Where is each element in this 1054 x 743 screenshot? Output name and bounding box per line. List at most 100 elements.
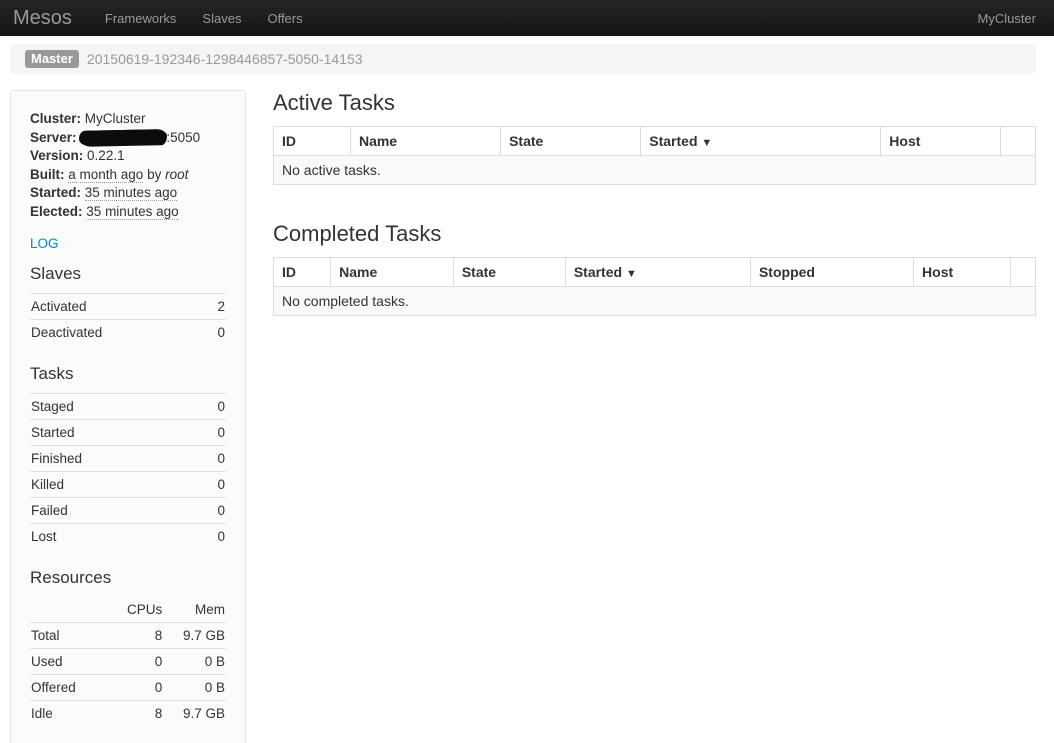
active-col-host[interactable]: Host	[881, 127, 1001, 156]
main-content: Active Tasks ID Name State Started ▼ Hos…	[273, 90, 1036, 316]
tasks-finished-value: 0	[196, 446, 226, 472]
completed-col-id[interactable]: ID	[274, 258, 331, 287]
resources-idle-cpus: 8	[112, 701, 163, 727]
resources-used-mem: 0 B	[163, 649, 226, 675]
completed-col-host[interactable]: Host	[914, 258, 1011, 287]
completed-col-started[interactable]: Started ▼	[565, 258, 750, 287]
completed-tasks-empty-message: No completed tasks.	[274, 287, 1036, 316]
sidebar-panel: Cluster: MyCluster Server: :5050 Version…	[10, 90, 246, 743]
tasks-failed-value: 0	[196, 498, 226, 524]
table-row: Deactivated 0	[30, 320, 226, 346]
active-tasks-empty-message: No active tasks.	[274, 156, 1036, 185]
nav-item-offers[interactable]: Offers	[254, 0, 315, 36]
tasks-finished-label: Finished	[30, 446, 196, 472]
resources-col-mem: Mem	[163, 597, 226, 623]
resources-col-cpus: CPUs	[112, 597, 163, 623]
elected-label: Elected:	[30, 204, 83, 219]
log-link[interactable]: LOG	[30, 236, 59, 251]
active-col-id[interactable]: ID	[274, 127, 351, 156]
tasks-failed-label: Failed	[30, 498, 196, 524]
server-address-redaction	[80, 129, 166, 146]
completed-tasks-table: ID Name State Started ▼ Stopped Host No …	[273, 257, 1036, 316]
built-by: by	[147, 167, 161, 182]
navbar-cluster-name: MyCluster	[977, 11, 1036, 26]
tasks-killed-value: 0	[196, 472, 226, 498]
resources-used-label: Used	[30, 649, 112, 675]
tasks-started-value: 0	[196, 420, 226, 446]
active-tasks-heading: Active Tasks	[273, 90, 1036, 116]
tasks-heading: Tasks	[30, 364, 226, 384]
elected-relative-time: 35 minutes ago	[86, 204, 178, 220]
table-row: No active tasks.	[274, 156, 1036, 185]
nav-item-slaves[interactable]: Slaves	[189, 0, 254, 36]
server-port: :5050	[166, 130, 200, 145]
built-line: Built: a month ago by root	[30, 166, 226, 185]
started-relative-time: 35 minutes ago	[85, 185, 177, 201]
table-header-row: ID Name State Started ▼ Stopped Host	[274, 258, 1036, 287]
sort-desc-icon: ▼	[626, 268, 637, 280]
resources-total-cpus: 8	[112, 623, 163, 649]
elected-line: Elected: 35 minutes ago	[30, 203, 226, 222]
server-line: Server: :5050	[30, 129, 226, 148]
navbar-menu: Frameworks Slaves Offers	[92, 0, 316, 36]
table-row: No completed tasks.	[274, 287, 1036, 316]
breadcrumb: Master 20150619-192346-1298446857-5050-1…	[10, 44, 1036, 74]
table-row: CPUs Mem	[30, 597, 226, 623]
table-row: Started 0	[30, 420, 226, 446]
completed-col-stopped[interactable]: Stopped	[750, 258, 913, 287]
tasks-killed-label: Killed	[30, 472, 196, 498]
active-col-actions	[1000, 127, 1035, 156]
resources-idle-label: Idle	[30, 701, 112, 727]
tasks-staged-label: Staged	[30, 394, 196, 420]
cluster-label: Cluster:	[30, 111, 81, 126]
resources-used-cpus: 0	[112, 649, 163, 675]
slaves-deactivated-label: Deactivated	[30, 320, 203, 346]
resources-offered-label: Offered	[30, 675, 112, 701]
active-col-state[interactable]: State	[501, 127, 641, 156]
table-row: Idle 8 9.7 GB	[30, 701, 226, 727]
server-label: Server:	[30, 130, 77, 145]
brand-mesos[interactable]: Mesos	[0, 7, 92, 30]
tasks-staged-value: 0	[196, 394, 226, 420]
slaves-heading: Slaves	[30, 264, 226, 284]
slaves-activated-value: 2	[203, 294, 226, 320]
built-label: Built:	[30, 167, 65, 182]
slaves-activated-label: Activated	[30, 294, 203, 320]
resources-total-mem: 9.7 GB	[163, 623, 226, 649]
completed-col-state[interactable]: State	[453, 258, 565, 287]
sort-desc-icon: ▼	[701, 137, 712, 149]
version-line: Version: 0.22.1	[30, 147, 226, 166]
tasks-lost-label: Lost	[30, 524, 196, 550]
navbar: Mesos Frameworks Slaves Offers MyCluster	[0, 0, 1054, 36]
resources-total-label: Total	[30, 623, 112, 649]
resources-offered-mem: 0 B	[163, 675, 226, 701]
started-line: Started: 35 minutes ago	[30, 184, 226, 203]
built-user: root	[165, 167, 188, 182]
tasks-table: Staged 0 Started 0 Finished 0 Killed 0	[30, 393, 226, 549]
slaves-deactivated-value: 0	[203, 320, 226, 346]
version-label: Version:	[30, 148, 83, 163]
master-badge: Master	[25, 50, 79, 68]
completed-tasks-heading: Completed Tasks	[273, 221, 1036, 247]
cluster-value: MyCluster	[85, 111, 146, 126]
tasks-started-label: Started	[30, 420, 196, 446]
resources-col-empty	[30, 597, 112, 623]
table-row: Staged 0	[30, 394, 226, 420]
active-col-name[interactable]: Name	[350, 127, 500, 156]
resources-offered-cpus: 0	[112, 675, 163, 701]
table-row: Used 0 0 B	[30, 649, 226, 675]
active-col-started[interactable]: Started ▼	[641, 127, 881, 156]
table-row: Offered 0 0 B	[30, 675, 226, 701]
cluster-line: Cluster: MyCluster	[30, 110, 226, 129]
table-row: Killed 0	[30, 472, 226, 498]
completed-col-name[interactable]: Name	[331, 258, 454, 287]
resources-idle-mem: 9.7 GB	[163, 701, 226, 727]
nav-item-frameworks[interactable]: Frameworks	[92, 0, 190, 36]
table-row: Finished 0	[30, 446, 226, 472]
built-relative-time: a month ago	[68, 167, 143, 183]
table-header-row: ID Name State Started ▼ Host	[274, 127, 1036, 156]
table-row: Failed 0	[30, 498, 226, 524]
tasks-lost-value: 0	[196, 524, 226, 550]
started-label: Started:	[30, 185, 81, 200]
table-row: Lost 0	[30, 524, 226, 550]
